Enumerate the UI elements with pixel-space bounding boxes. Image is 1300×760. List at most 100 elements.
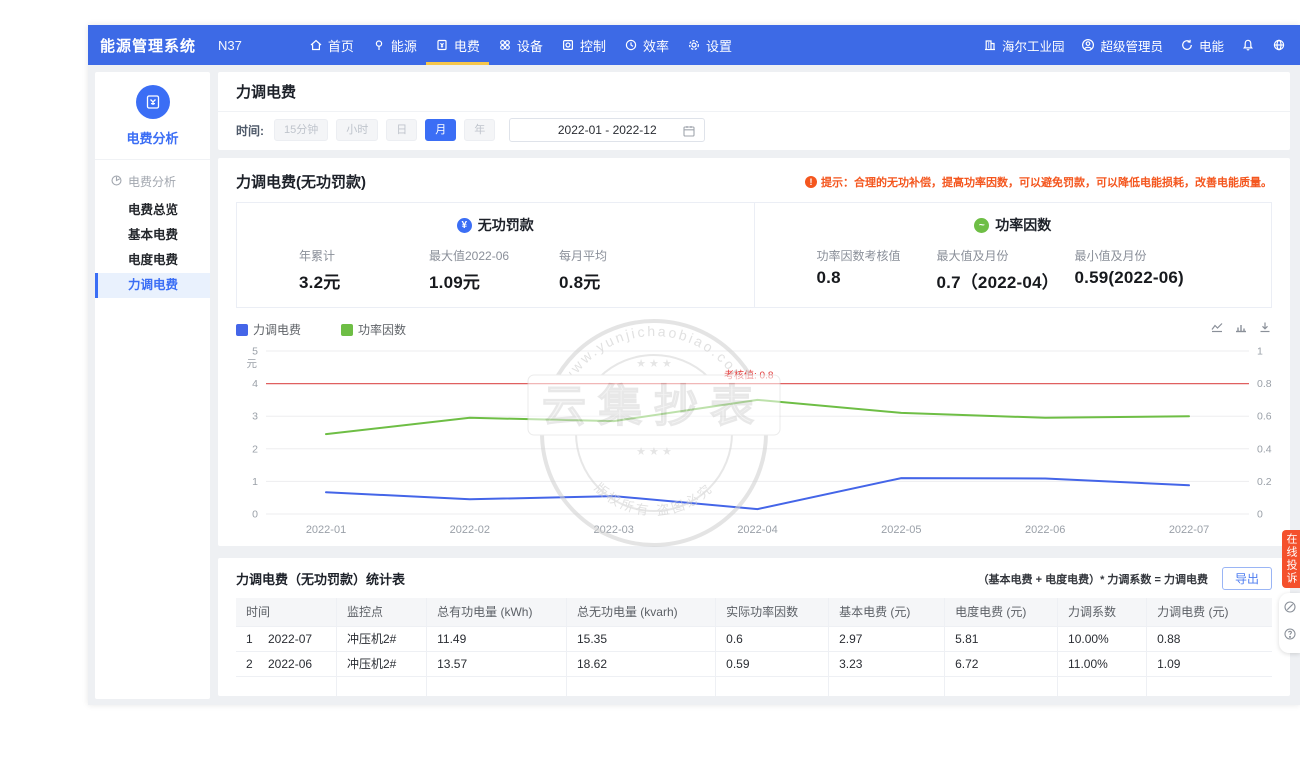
fee-formula: （基本电费 + 电度电费）* 力调系数 = 力调电费: [978, 571, 1208, 587]
svg-text:2022-04: 2022-04: [737, 524, 777, 536]
legend-label: 力调电费: [253, 321, 301, 338]
nav-item-efficiency[interactable]: 效率: [615, 25, 678, 65]
online-complaint-tab[interactable]: 在线投诉: [1282, 530, 1300, 588]
main-menu: 首页 能源 电费 设备 控制 效率: [300, 25, 741, 65]
export-button[interactable]: 导出: [1222, 567, 1272, 590]
fee-factor-line-chart: 012345元00.20.40.60.812022-012022-022022-…: [236, 341, 1279, 541]
user-role[interactable]: 超级管理员: [1081, 36, 1163, 55]
col-coefficient: 力调系数: [1058, 598, 1147, 626]
svg-text:0.2: 0.2: [1257, 476, 1272, 488]
section-title: 力调电费(无功罚款): [236, 171, 366, 192]
user-role-label: 超级管理员: [1100, 36, 1163, 55]
legend-factor[interactable]: 功率因数: [341, 321, 406, 338]
line-chart-icon[interactable]: [1210, 320, 1224, 339]
sidebar-group-title: 电费分析: [128, 173, 176, 190]
col-degree-fee: 电度电费 (元): [945, 598, 1058, 626]
col-reactive-energy: 总无功电量 (kvarh): [566, 598, 715, 626]
penalty-stats-table: 时间 监控点 总有功电量 (kWh) 总无功电量 (kvarh) 实际功率因数 …: [236, 598, 1272, 696]
nav-item-energy[interactable]: 能源: [363, 25, 426, 65]
sidebar-item-power-adjust-fee[interactable]: 力调电费: [95, 273, 210, 298]
summary-stats-panel: ¥ 无功罚款 年累计 3.2元 最大值2022-06 1.09元: [236, 202, 1272, 308]
granularity-15min-button[interactable]: 15分钟: [274, 119, 328, 141]
user-icon: [1081, 38, 1095, 52]
bell-icon: [1241, 38, 1255, 52]
svg-text:2: 2: [252, 443, 258, 455]
col-actual-factor: 实际功率因数: [716, 598, 829, 626]
reactive-penalty-stats: ¥ 无功罚款 年累计 3.2元 最大值2022-06 1.09元: [237, 203, 754, 307]
sidebar-item-fee-overview[interactable]: 电费总览: [95, 198, 210, 223]
fee-document-icon: [435, 38, 449, 52]
chart-legend-row: 力调电费 功率因数: [236, 320, 1272, 339]
svg-text:2022-05: 2022-05: [881, 524, 921, 536]
legend-label: 功率因数: [358, 321, 406, 338]
tip-message: ! 提示：合理的无功补偿，提高功率因数，可以避免罚款，可以降低电能损耗，改善电能…: [805, 174, 1272, 190]
col-time: 时间: [236, 598, 336, 626]
date-range-input[interactable]: 2022-01 - 2022-12: [509, 118, 705, 142]
svg-text:2022-03: 2022-03: [593, 524, 633, 536]
nav-item-home[interactable]: 首页: [300, 25, 363, 65]
stat-max-month: 最大值2022-06 1.09元: [429, 247, 559, 293]
nav-item-label: 电费: [454, 36, 480, 55]
nav-item-settings[interactable]: 设置: [678, 25, 741, 65]
refresh-icon: [1180, 38, 1194, 52]
svg-text:0: 0: [1257, 509, 1263, 521]
svg-text:4: 4: [252, 378, 258, 390]
penalty-section-card: 力调电费(无功罚款) ! 提示：合理的无功补偿，提高功率因数，可以避免罚款，可以…: [218, 158, 1290, 546]
col-active-energy: 总有功电量 (kWh): [427, 598, 567, 626]
sidebar-module-title: 电费分析: [95, 128, 210, 147]
gear-icon: [687, 38, 701, 52]
alert-icon: !: [805, 176, 817, 188]
svg-text:0.4: 0.4: [1257, 443, 1272, 455]
nav-item-control[interactable]: 控制: [552, 25, 615, 65]
download-icon[interactable]: [1258, 320, 1272, 339]
notification-bell[interactable]: [1241, 38, 1255, 52]
app-title: 能源管理系统: [100, 35, 196, 56]
building-icon: [983, 38, 997, 52]
help-icon[interactable]: [1283, 627, 1297, 646]
col-adjust-fee: 力调电费 (元): [1147, 598, 1272, 626]
location-pin-icon: [372, 38, 386, 52]
nav-item-label: 首页: [328, 36, 354, 55]
chart-container: 012345元00.20.40.60.812022-012022-022022-…: [236, 341, 1272, 546]
stat-year-total: 年累计 3.2元: [299, 247, 429, 293]
granularity-year-button[interactable]: 年: [464, 119, 495, 141]
nav-item-electricity-fee[interactable]: 电费: [426, 25, 489, 65]
table-row-partial: [236, 676, 1272, 696]
svg-text:1: 1: [252, 476, 258, 488]
svg-text:2022-01: 2022-01: [306, 524, 346, 536]
svg-text:0.8: 0.8: [1257, 378, 1272, 390]
sidebar-item-degree-fee[interactable]: 电度电费: [95, 248, 210, 273]
language-globe[interactable]: [1272, 38, 1286, 52]
park-selector[interactable]: 海尔工业园: [983, 36, 1065, 55]
sidebar-group-header: 电费分析: [95, 160, 210, 198]
clock-icon: [624, 38, 638, 52]
stats-table-card: 力调电费（无功罚款）统计表 （基本电费 + 电度电费）* 力调系数 = 力调电费…: [218, 558, 1290, 696]
nav-item-devices[interactable]: 设备: [489, 25, 552, 65]
legend-fee[interactable]: 力调电费: [236, 321, 301, 338]
stat-factor-threshold: 功率因数考核值 0.8: [817, 247, 937, 293]
granularity-month-button[interactable]: 月: [425, 119, 456, 141]
bar-chart-icon[interactable]: [1234, 320, 1248, 339]
module-label: 电能: [1199, 36, 1224, 55]
granularity-day-button[interactable]: 日: [386, 119, 417, 141]
park-name: 海尔工业园: [1002, 36, 1065, 55]
date-range-value: 2022-01 - 2022-12: [558, 123, 657, 137]
stat-factor-min: 最小值及月份 0.59(2022-06): [1075, 247, 1205, 293]
main-column: 力调电费 时间: 15分钟 小时 日 月 年 2022-01 - 2022-12: [218, 72, 1290, 705]
module-switcher[interactable]: 电能: [1180, 36, 1224, 55]
svg-text:5: 5: [252, 346, 258, 358]
time-filter-row: 时间: 15分钟 小时 日 月 年 2022-01 - 2022-12: [218, 112, 1290, 150]
nav-item-label: 设备: [517, 36, 543, 55]
sidebar-item-basic-fee[interactable]: 基本电费: [95, 223, 210, 248]
contact-icon[interactable]: [1283, 600, 1297, 619]
penalty-title: 无功罚款: [478, 215, 534, 235]
svg-text:考核值: 0.8: 考核值: 0.8: [724, 369, 774, 382]
content-area: 电费分析 电费分析 电费总览 基本电费 电度电费 力调电费 力调电费 时间: 1…: [88, 65, 1300, 705]
nav-item-label: 效率: [643, 36, 669, 55]
svg-text:1: 1: [1257, 346, 1263, 358]
legend-swatch-green: [341, 324, 353, 336]
control-icon: [561, 38, 575, 52]
stat-monthly-avg: 每月平均 0.8元: [559, 247, 689, 293]
sidebar: 电费分析 电费分析 电费总览 基本电费 电度电费 力调电费: [95, 72, 210, 699]
granularity-hour-button[interactable]: 小时: [336, 119, 378, 141]
